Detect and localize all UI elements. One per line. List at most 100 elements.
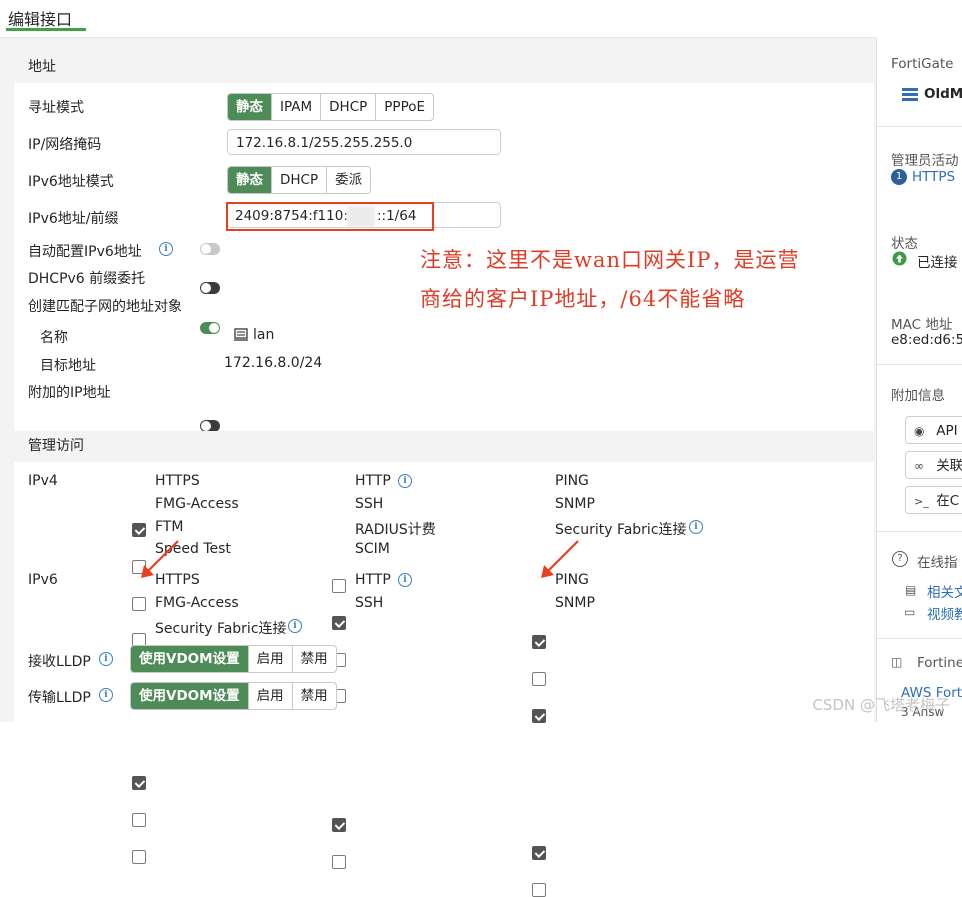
ipv4-http-label: HTTP [355,473,391,489]
ipv6-snmp-checkbox[interactable] [532,883,546,897]
ipv6-mode-option-static[interactable]: 静态 [228,167,271,193]
link-icon: ∞ [914,459,924,473]
mac-address-label: MAC 地址 [891,317,953,333]
ipv6-mode-selector: 静态 DHCP 委派 [227,166,372,194]
annotation-arrow-icon [141,540,179,578]
info-icon[interactable]: i [159,242,173,256]
ipv4-ping-checkbox[interactable] [532,635,546,649]
video-icon: ▭ [904,605,916,619]
ipv4-radius-accounting-label: RADIUS计费 [355,522,436,538]
ipv6-https-checkbox[interactable] [132,776,146,790]
references-button[interactable]: ∞ 关联 [905,451,962,479]
ipv4-https-label: HTTPS [155,473,200,489]
ipv4-snmp-label: SNMP [555,496,595,512]
section-address-header: 地址 [14,52,874,83]
sidebar-divider [877,638,962,639]
help-icon: ? [892,551,908,567]
status-label: 状态 [891,236,918,252]
annotation-line-2: 商给的客户IP地址，/64不能省略 [420,287,746,311]
ipv4-ftm-label: FTM [155,519,184,535]
create-subnet-object-label: 创建匹配子网的地址对象 [28,299,182,315]
video-tutorials-link[interactable]: 视频教 [927,603,962,623]
info-icon[interactable]: i [398,474,412,488]
ipv4-fmg-access-label: FMG-Access [155,496,239,512]
book-icon: ▤ [905,583,917,597]
status-up-icon [892,251,907,266]
object-name-value: lan [253,327,275,343]
ip-netmask-input[interactable]: 172.16.8.1/255.255.255.0 [227,129,501,155]
fortigate-device-icon [902,88,918,101]
terminal-icon: >_ [914,495,929,508]
sidebar-divider [877,126,962,127]
receive-lldp-option-vdom[interactable]: 使用VDOM设置 [131,646,248,672]
sidebar-divider [877,531,962,532]
fortinet-community-label: Fortine [917,655,962,671]
ipv6-ssh-label: SSH [355,595,384,611]
fortigate-label: FortiGate [891,56,954,72]
secondary-ip-label: 附加的IP地址 [28,385,111,401]
api-preview-button[interactable]: ◉ API [905,416,962,444]
info-icon[interactable]: i [689,520,703,534]
transmit-lldp-option-enable[interactable]: 启用 [247,683,292,709]
addressing-mode-label: 寻址模式 [28,100,84,116]
receive-lldp-label: 接收LLDP [28,654,91,670]
info-icon[interactable]: i [99,652,113,666]
device-name[interactable]: OldM [924,86,962,102]
additional-info-label: 附加信息 [891,388,945,404]
info-icon[interactable]: i [99,688,113,702]
annotation-highlight-box [226,202,434,231]
info-icon[interactable]: i [398,573,412,587]
auto-ipv6-label: 自动配置IPv6地址 [28,244,142,260]
mode-option-ipam[interactable]: IPAM [271,94,320,120]
mode-option-dhcp[interactable]: DHCP [320,94,375,120]
create-subnet-object-toggle[interactable] [200,322,220,334]
annotation-line-1: 注意：这里不是wan口网关IP，是运营 [420,248,800,272]
dhcpv6-delegation-toggle[interactable] [200,282,220,294]
destination-address-label: 目标地址 [40,358,96,374]
right-sidebar: FortiGate OldM 管理员活动 1 HTTPS 状态 已连接 MAC … [876,38,962,722]
ipv4-security-fabric-checkbox[interactable] [532,709,546,723]
ipv4-ping-label: PING [555,473,589,489]
title-underline [6,28,86,31]
mode-option-pppoe[interactable]: PPPoE [375,94,433,120]
dhcpv6-delegation-label: DHCPv6 前缀委托 [28,271,146,287]
auto-ipv6-toggle[interactable] [200,243,220,255]
ipv4-ftm-checkbox[interactable] [132,597,146,611]
ipv6-mode-option-dhcp[interactable]: DHCP [271,167,326,193]
status-value: 已连接 [917,255,958,271]
address-object-icon [234,328,248,341]
ipv4-https-checkbox[interactable] [132,523,146,537]
ipv6-ping-checkbox[interactable] [532,846,546,860]
ipv6-ssh-checkbox[interactable] [332,855,346,869]
ipv4-access-label: IPv4 [28,473,58,489]
ipv6-http-checkbox[interactable] [332,818,346,832]
destination-address-value: 172.16.8.0/24 [224,355,323,371]
ipv4-security-fabric-label: Security Fabric连接 [555,522,687,538]
transmit-lldp-option-vdom[interactable]: 使用VDOM设置 [131,683,248,709]
cli-button[interactable]: >_ 在C [905,486,962,514]
ipv4-ssh-checkbox[interactable] [332,616,346,630]
transmit-lldp-label: 传输LLDP [28,690,91,706]
watermark: CSDN @飞塔老梅子 [812,696,950,714]
ipv4-snmp-checkbox[interactable] [532,672,546,686]
info-icon[interactable]: i [288,619,302,633]
sidebar-divider [877,364,962,365]
ipv6-fmg-access-checkbox[interactable] [132,813,146,827]
online-help-label: 在线指 [917,555,958,571]
eye-icon: ◉ [914,424,925,438]
receive-lldp-option-disable[interactable]: 禁用 [291,646,336,672]
ipv6-prefix-label: IPv6地址/前缀 [28,211,119,227]
related-docs-link[interactable]: 相关文 [927,581,962,601]
ipv6-mode-option-delegated[interactable]: 委派 [326,167,370,193]
object-name-label: 名称 [40,330,68,346]
ipv4-http-checkbox[interactable] [332,579,346,593]
transmit-lldp-option-disable[interactable]: 禁用 [291,683,336,709]
ipv6-security-fabric-checkbox[interactable] [132,850,146,864]
transmit-lldp-selector: 使用VDOM设置 启用 禁用 [130,682,337,710]
addressing-mode-selector: 静态 IPAM DHCP PPPoE [227,93,435,121]
ipv6-access-label: IPv6 [28,572,58,588]
receive-lldp-option-enable[interactable]: 启用 [247,646,292,672]
admin-protocol-link[interactable]: HTTPS [912,169,955,185]
mac-address-value: e8:ed:d6:5 [891,332,962,348]
mode-option-static[interactable]: 静态 [228,94,271,120]
